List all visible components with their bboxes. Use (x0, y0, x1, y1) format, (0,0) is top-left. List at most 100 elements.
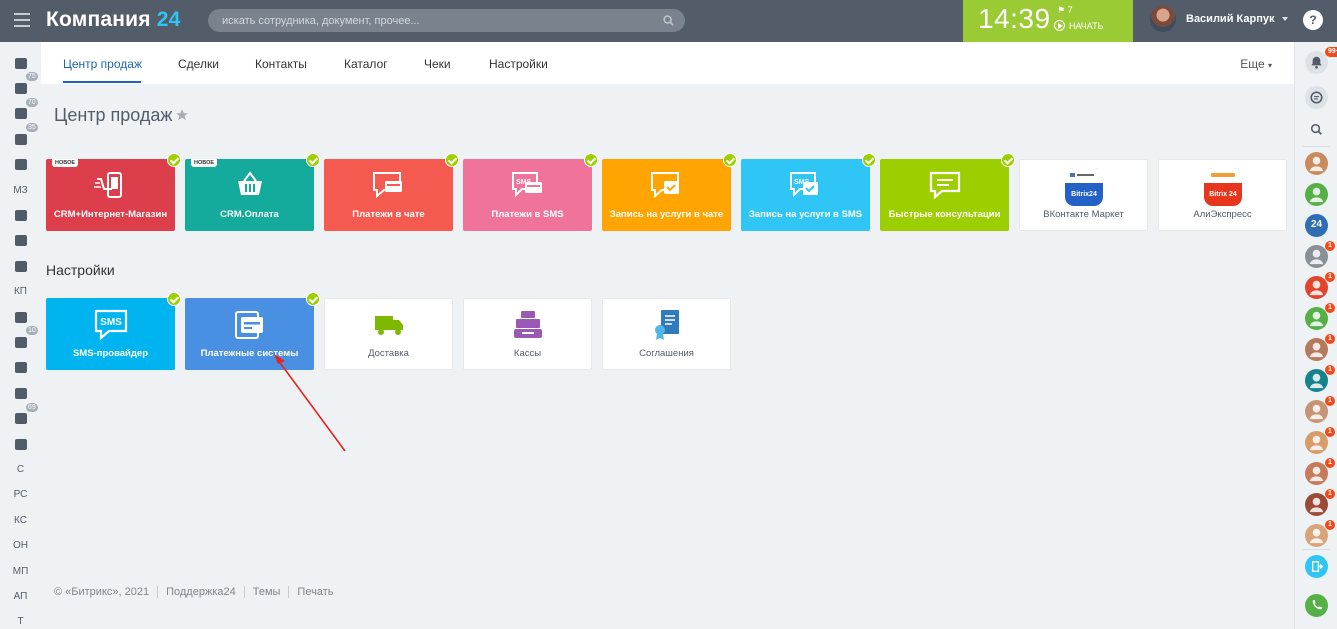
sidebar-item-group[interactable] (0, 357, 41, 379)
sidebar-item-text[interactable]: С (0, 458, 41, 480)
footer-themes-link[interactable]: Темы (245, 586, 290, 598)
sidebar-item-text[interactable]: Т (0, 611, 41, 629)
tile-label: ВКонтакте Маркет (1043, 209, 1124, 220)
sidebar-item-sync[interactable]: 35 (0, 123, 41, 150)
sidebar-counter-badge: 35 (26, 123, 38, 133)
chevron-down-icon[interactable] (1282, 17, 1289, 21)
tab-receipts[interactable]: Чеки (424, 57, 451, 71)
contact-avatar[interactable]: 1 (1305, 241, 1335, 268)
sidebar-item-calendar[interactable] (0, 255, 41, 277)
tile-label: SMS-провайдер (72, 348, 149, 359)
sidebar-item-filter[interactable]: 75 (0, 72, 41, 99)
more-tabs-button[interactable]: Еще ▾ (1240, 57, 1272, 71)
tab-settings[interactable]: Настройки (489, 57, 548, 71)
sidebar-item-text[interactable]: КП (0, 281, 41, 303)
notifications-bell-icon[interactable]: 99+ (1305, 47, 1337, 74)
user-avatar[interactable] (1150, 6, 1176, 32)
sidebar-item-buildings[interactable] (0, 230, 41, 252)
settings-tile[interactable]: Соглашения (602, 298, 731, 370)
sales-tile[interactable]: SMS Платежи в SMS (463, 153, 598, 231)
sidebar-item-chat[interactable]: 10 (0, 326, 41, 353)
contact-avatar[interactable]: 1 (1305, 520, 1335, 547)
clock-icon (14, 159, 27, 171)
tile-label: CRM+Интернет-Магазин (53, 209, 168, 220)
sidebar-item-text[interactable]: РС (0, 484, 41, 506)
messenger-icon[interactable] (1305, 86, 1328, 109)
phone-call-icon[interactable] (1305, 594, 1328, 617)
help-icon[interactable]: ? (1303, 10, 1323, 30)
sidebar-item-text[interactable]: АП (0, 585, 41, 607)
sidebar-item-box[interactable] (0, 433, 41, 455)
sidebar-item-mail[interactable]: 69 (0, 402, 41, 430)
tab-deals[interactable]: Сделки (178, 57, 219, 71)
more-label: Еще (1240, 57, 1265, 71)
sales-tile[interactable]: Bitrix24 ВКонтакте Маркет (1019, 159, 1148, 231)
contact-avatar[interactable]: 1 (1305, 334, 1335, 361)
contact-avatar[interactable] (1305, 152, 1328, 175)
sidebar-counter-badge: 70 (26, 97, 38, 107)
search-input[interactable] (222, 12, 642, 29)
settings-tile[interactable]: Кассы (463, 298, 592, 370)
tab-sales-center[interactable]: Центр продаж (63, 57, 142, 71)
right-sidebar: 99+ 24 1 1 1 1 1 1 1 1 1 1 (1294, 42, 1337, 629)
sidebar-item-text[interactable]: КС (0, 509, 41, 531)
search-icon[interactable] (663, 15, 674, 26)
mail-icon (14, 413, 27, 425)
sales-tile[interactable]: CRM.Оплата НОВОЕ (185, 153, 320, 231)
sidebar-item-text[interactable]: МП (0, 560, 41, 582)
flag-counter[interactable]: ⚑ 7 (1057, 5, 1073, 16)
logout-icon[interactable] (1305, 555, 1328, 578)
bitrix24-avatar-label: 24 (1310, 219, 1323, 230)
drive-icon (14, 311, 27, 323)
contact-avatar[interactable]: 1 (1305, 427, 1335, 454)
start-workday-button[interactable]: НАЧАТЬ (1054, 20, 1104, 31)
user-icon (1309, 466, 1324, 482)
contact-avatar[interactable]: 1 (1305, 458, 1335, 485)
contact-avatar[interactable]: 1 (1305, 365, 1335, 392)
sales-tile[interactable]: Быстрые консультации (880, 153, 1015, 231)
contact-avatar[interactable]: 1 (1305, 396, 1335, 423)
basket-icon (233, 169, 267, 204)
sidebar-item-drive[interactable] (0, 306, 41, 328)
chevron-down-icon: ▾ (1267, 61, 1272, 70)
sidebar-item-tools[interactable] (0, 382, 41, 404)
tab-contacts[interactable]: Контакты (255, 57, 307, 71)
checkmark-icon (723, 153, 737, 167)
sidebar-item-label: Т (17, 616, 24, 628)
vk-icon-text: Bitrix24 (1071, 191, 1097, 198)
menu-burger-icon[interactable] (14, 13, 30, 27)
settings-tile[interactable]: Платежные системы (185, 292, 320, 370)
contact-avatar[interactable]: 1 (1305, 303, 1335, 330)
sidebar-item-news[interactable] (0, 52, 41, 74)
search-contacts-icon[interactable] (1305, 118, 1328, 141)
sidebar-item-contact-card[interactable] (0, 204, 41, 226)
sync-icon (14, 133, 27, 145)
settings-tile[interactable]: SMS SMS-провайдер (46, 292, 181, 370)
contact-avatar[interactable]: 24 (1305, 214, 1328, 237)
company-logo[interactable]: Компания 24 (46, 8, 181, 32)
sales-tile[interactable]: Bitrix 24 АлиЭкспресс (1158, 159, 1287, 231)
contact-avatar[interactable]: 1 (1305, 272, 1335, 299)
footer-print-link[interactable]: Печать (289, 586, 341, 598)
contact-avatar[interactable] (1305, 183, 1328, 206)
contact-avatar[interactable]: 1 (1305, 489, 1335, 516)
footer-support-link[interactable]: Поддержка24 (158, 586, 245, 598)
search-box[interactable] (208, 9, 685, 32)
sidebar-item-text[interactable]: ОН (0, 535, 41, 557)
user-menu[interactable]: Василий Карпук (1150, 6, 1289, 32)
sales-tile[interactable]: CRM+Интернет-Магазин НОВОЕ (46, 153, 181, 231)
sidebar-item-text[interactable]: МЗ (0, 179, 41, 201)
tab-catalog[interactable]: Каталог (344, 57, 388, 71)
sales-tile[interactable]: SMS Запись на услуги в SMS (741, 153, 876, 231)
tile-label: CRM.Оплата (220, 209, 279, 220)
sidebar-item-clock[interactable] (0, 154, 41, 176)
user-icon (1309, 342, 1324, 358)
user-name[interactable]: Василий Карпук (1186, 13, 1274, 25)
sales-tile[interactable]: Запись на услуги в чате (602, 153, 737, 231)
settings-tile[interactable]: Доставка (324, 298, 453, 370)
workday-timer[interactable]: 14:39 ⚑ 7 НАЧАТЬ (963, 0, 1133, 42)
sms-card-icon: SMS (508, 169, 548, 208)
favorite-star-icon[interactable] (175, 108, 189, 122)
sidebar-item-tasks[interactable]: 70 (0, 97, 41, 125)
sales-tile[interactable]: Платежи в чате (324, 153, 459, 231)
